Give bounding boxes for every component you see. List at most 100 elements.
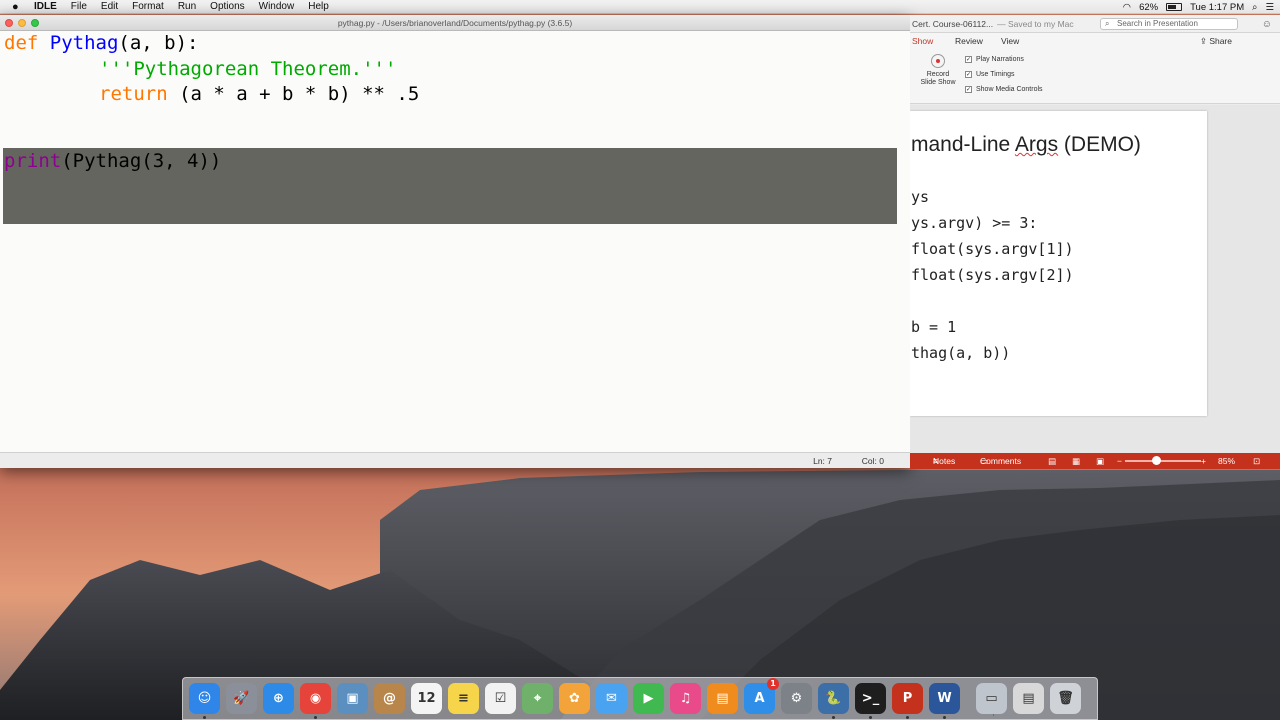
dock-reminders-icon[interactable]: ☑: [485, 683, 516, 714]
clock[interactable]: Tue 1:17 PM: [1190, 2, 1244, 13]
zoom-slider[interactable]: [1125, 460, 1201, 462]
tab-slide-show[interactable]: Show: [912, 33, 933, 50]
apple-menu-icon[interactable]: ●: [12, 0, 24, 14]
menu-idle[interactable]: IDLE: [34, 0, 57, 14]
dock-finder-icon[interactable]: ☺: [189, 683, 220, 714]
dock-chrome-icon[interactable]: ◉: [300, 683, 331, 714]
running-indicator: [869, 716, 872, 719]
ppt-doc-name: Cert. Course-06112...: [912, 19, 994, 29]
dock-calendar-icon[interactable]: 12: [411, 683, 442, 714]
dock-downloads-stack-icon[interactable]: ▤: [1013, 683, 1044, 714]
dock-notes-icon[interactable]: ≡: [448, 683, 479, 714]
idle-editor-window: pythag.py - /Users/brianoverland/Documen…: [0, 15, 910, 468]
zoom-out-icon[interactable]: −: [1117, 453, 1122, 469]
dock-python-idle-icon[interactable]: 🐍: [818, 683, 849, 714]
running-indicator: [314, 716, 317, 719]
ribbon-tabs: Show Review View ⇪ Share: [910, 33, 1280, 50]
checkbox-icon: ✓: [965, 71, 972, 78]
slide-title: mand-Line Args (DEMO): [911, 133, 1141, 157]
record-slide-show-button[interactable]: Record Slide Show: [918, 54, 958, 87]
zoom-slider-handle[interactable]: [1152, 456, 1161, 465]
dock-contacts-icon[interactable]: @: [374, 683, 405, 714]
dock-photos-icon[interactable]: ✿: [559, 683, 590, 714]
comments-label: Comments: [980, 456, 1022, 466]
dock-itunes-icon[interactable]: ♫: [670, 683, 701, 714]
menu-bar: ● IDLE File Edit Format Run Options Wind…: [0, 0, 1280, 14]
dock-system-preferences-icon[interactable]: ⚙: [781, 683, 812, 714]
dock-maps-icon[interactable]: ⌖: [522, 683, 553, 714]
search-icon: ⌕: [1105, 19, 1110, 28]
battery-icon[interactable]: [1166, 3, 1183, 11]
dock-app-store-icon[interactable]: A1: [744, 678, 779, 714]
menu-edit[interactable]: Edit: [101, 0, 118, 14]
close-button[interactable]: [5, 19, 13, 27]
dock-preview-icon[interactable]: ▣: [337, 683, 368, 714]
notes-label: Notes: [933, 456, 956, 466]
builtin-print: print: [4, 150, 62, 172]
checkbox-icon: ✓: [965, 56, 972, 63]
menu-run[interactable]: Run: [178, 0, 196, 14]
zoom-level[interactable]: 85%: [1218, 453, 1235, 469]
slide[interactable]: mand-Line Args (DEMO) ys ys.argv) >= 3: …: [910, 111, 1207, 416]
record-sublabel: Slide Show: [920, 79, 956, 86]
fit-to-window-icon[interactable]: ⊡: [1253, 453, 1260, 469]
tab-view[interactable]: View: [1001, 33, 1019, 50]
menu-window[interactable]: Window: [259, 0, 295, 14]
zoom-button[interactable]: [31, 19, 39, 27]
dock-ibooks-icon[interactable]: ▤: [707, 683, 738, 714]
reading-view-icon[interactable]: ▣: [1096, 453, 1104, 469]
normal-view-icon[interactable]: ▤: [1048, 453, 1056, 469]
ppt-statusbar: ≡ Notes ▭ Comments ▤ ▦ ▣ − + 85% ⊡: [910, 453, 1280, 469]
dock-safari-icon[interactable]: ⊕: [263, 683, 294, 714]
code-editor[interactable]: def Pythag(a, b): '''Pythagorean Theorem…: [0, 31, 910, 452]
dock-documents-folder-icon[interactable]: ▭: [976, 683, 1007, 714]
feedback-smiley-icon[interactable]: ☺: [1262, 16, 1272, 34]
code-line-3: return (a * a + b * b) ** .5: [99, 82, 419, 106]
ppt-titlebar[interactable]: Cert. Course-06112... — Saved to my Mac ⌕…: [910, 15, 1280, 33]
menu-format[interactable]: Format: [132, 0, 164, 14]
dock-terminal-icon[interactable]: >_: [855, 683, 886, 714]
minimize-button[interactable]: [18, 19, 26, 27]
dock-launchpad-icon[interactable]: 🚀: [226, 683, 257, 714]
running-indicator: [832, 716, 835, 719]
ppt-saved-status: — Saved to my Mac: [997, 19, 1074, 29]
share-label: Share: [1209, 36, 1232, 46]
dock-messages-icon[interactable]: ✉: [596, 683, 627, 714]
menu-help[interactable]: Help: [308, 0, 329, 14]
notification-center-icon[interactable]: ☰: [1265, 2, 1274, 13]
slide-code-line: thag(a, b)): [911, 344, 1011, 362]
slide-code-line: float(sys.argv[1]): [911, 240, 1074, 258]
menu-status-area: ◠ 62% Tue 1:17 PM ⌕ ☰: [1123, 0, 1274, 14]
checkbox-label: Use Timings: [976, 71, 1015, 78]
window-title: pythag.py - /Users/brianoverland/Documen…: [337, 18, 573, 28]
slide-sorter-icon[interactable]: ▦: [1072, 453, 1080, 469]
checkbox-use-timings[interactable]: ✓ Use Timings: [965, 71, 1015, 78]
return-expression: (a * a + b * b) ** .5: [167, 83, 420, 105]
menu-file[interactable]: File: [71, 0, 87, 14]
notification-badge: 1: [767, 678, 779, 690]
powerpoint-window: Cert. Course-06112... — Saved to my Mac ⌕…: [910, 15, 1280, 469]
battery-percent[interactable]: 62%: [1139, 2, 1158, 13]
dock-facetime-icon[interactable]: ▶: [633, 683, 664, 714]
line-number: Ln: 7: [813, 456, 832, 466]
dock: ☺ 🚀 ⊕ ◉ ▣ @12 ≡ ☑ ⌖ ✿ ✉ ▶ ♫ ▤ A 1 ⚙ 🐍 >_ P W ▭ ▤ 🗑: [182, 677, 1098, 720]
share-button[interactable]: ⇪ Share: [1200, 33, 1232, 50]
idle-titlebar[interactable]: pythag.py - /Users/brianoverland/Documen…: [0, 15, 910, 31]
tab-review[interactable]: Review: [955, 33, 983, 50]
wifi-icon[interactable]: ◠: [1123, 2, 1131, 13]
record-label: Record: [926, 71, 950, 78]
dock-powerpoint-icon[interactable]: P: [892, 683, 923, 714]
idle-statusbar: Ln: 7 Col: 0: [0, 452, 910, 468]
dock-trash-icon[interactable]: 🗑: [1050, 683, 1081, 714]
checkbox-play-narrations[interactable]: ✓ Play Narrations: [965, 56, 1024, 63]
search-placeholder: Search in Presentation: [1117, 19, 1198, 28]
zoom-in-icon[interactable]: +: [1201, 453, 1206, 469]
checkbox-show-media-controls[interactable]: ✓ Show Media Controls: [965, 86, 1043, 93]
slide-code-line: float(sys.argv[2]): [911, 266, 1074, 284]
ppt-search-input[interactable]: ⌕ Search in Presentation: [1100, 18, 1238, 30]
code-line-1: def Pythag(a, b):: [4, 31, 199, 55]
keyword-return: return: [99, 83, 168, 105]
dock-word-icon[interactable]: W: [929, 683, 960, 714]
spotlight-icon[interactable]: ⌕: [1252, 2, 1257, 13]
menu-options[interactable]: Options: [210, 0, 244, 14]
